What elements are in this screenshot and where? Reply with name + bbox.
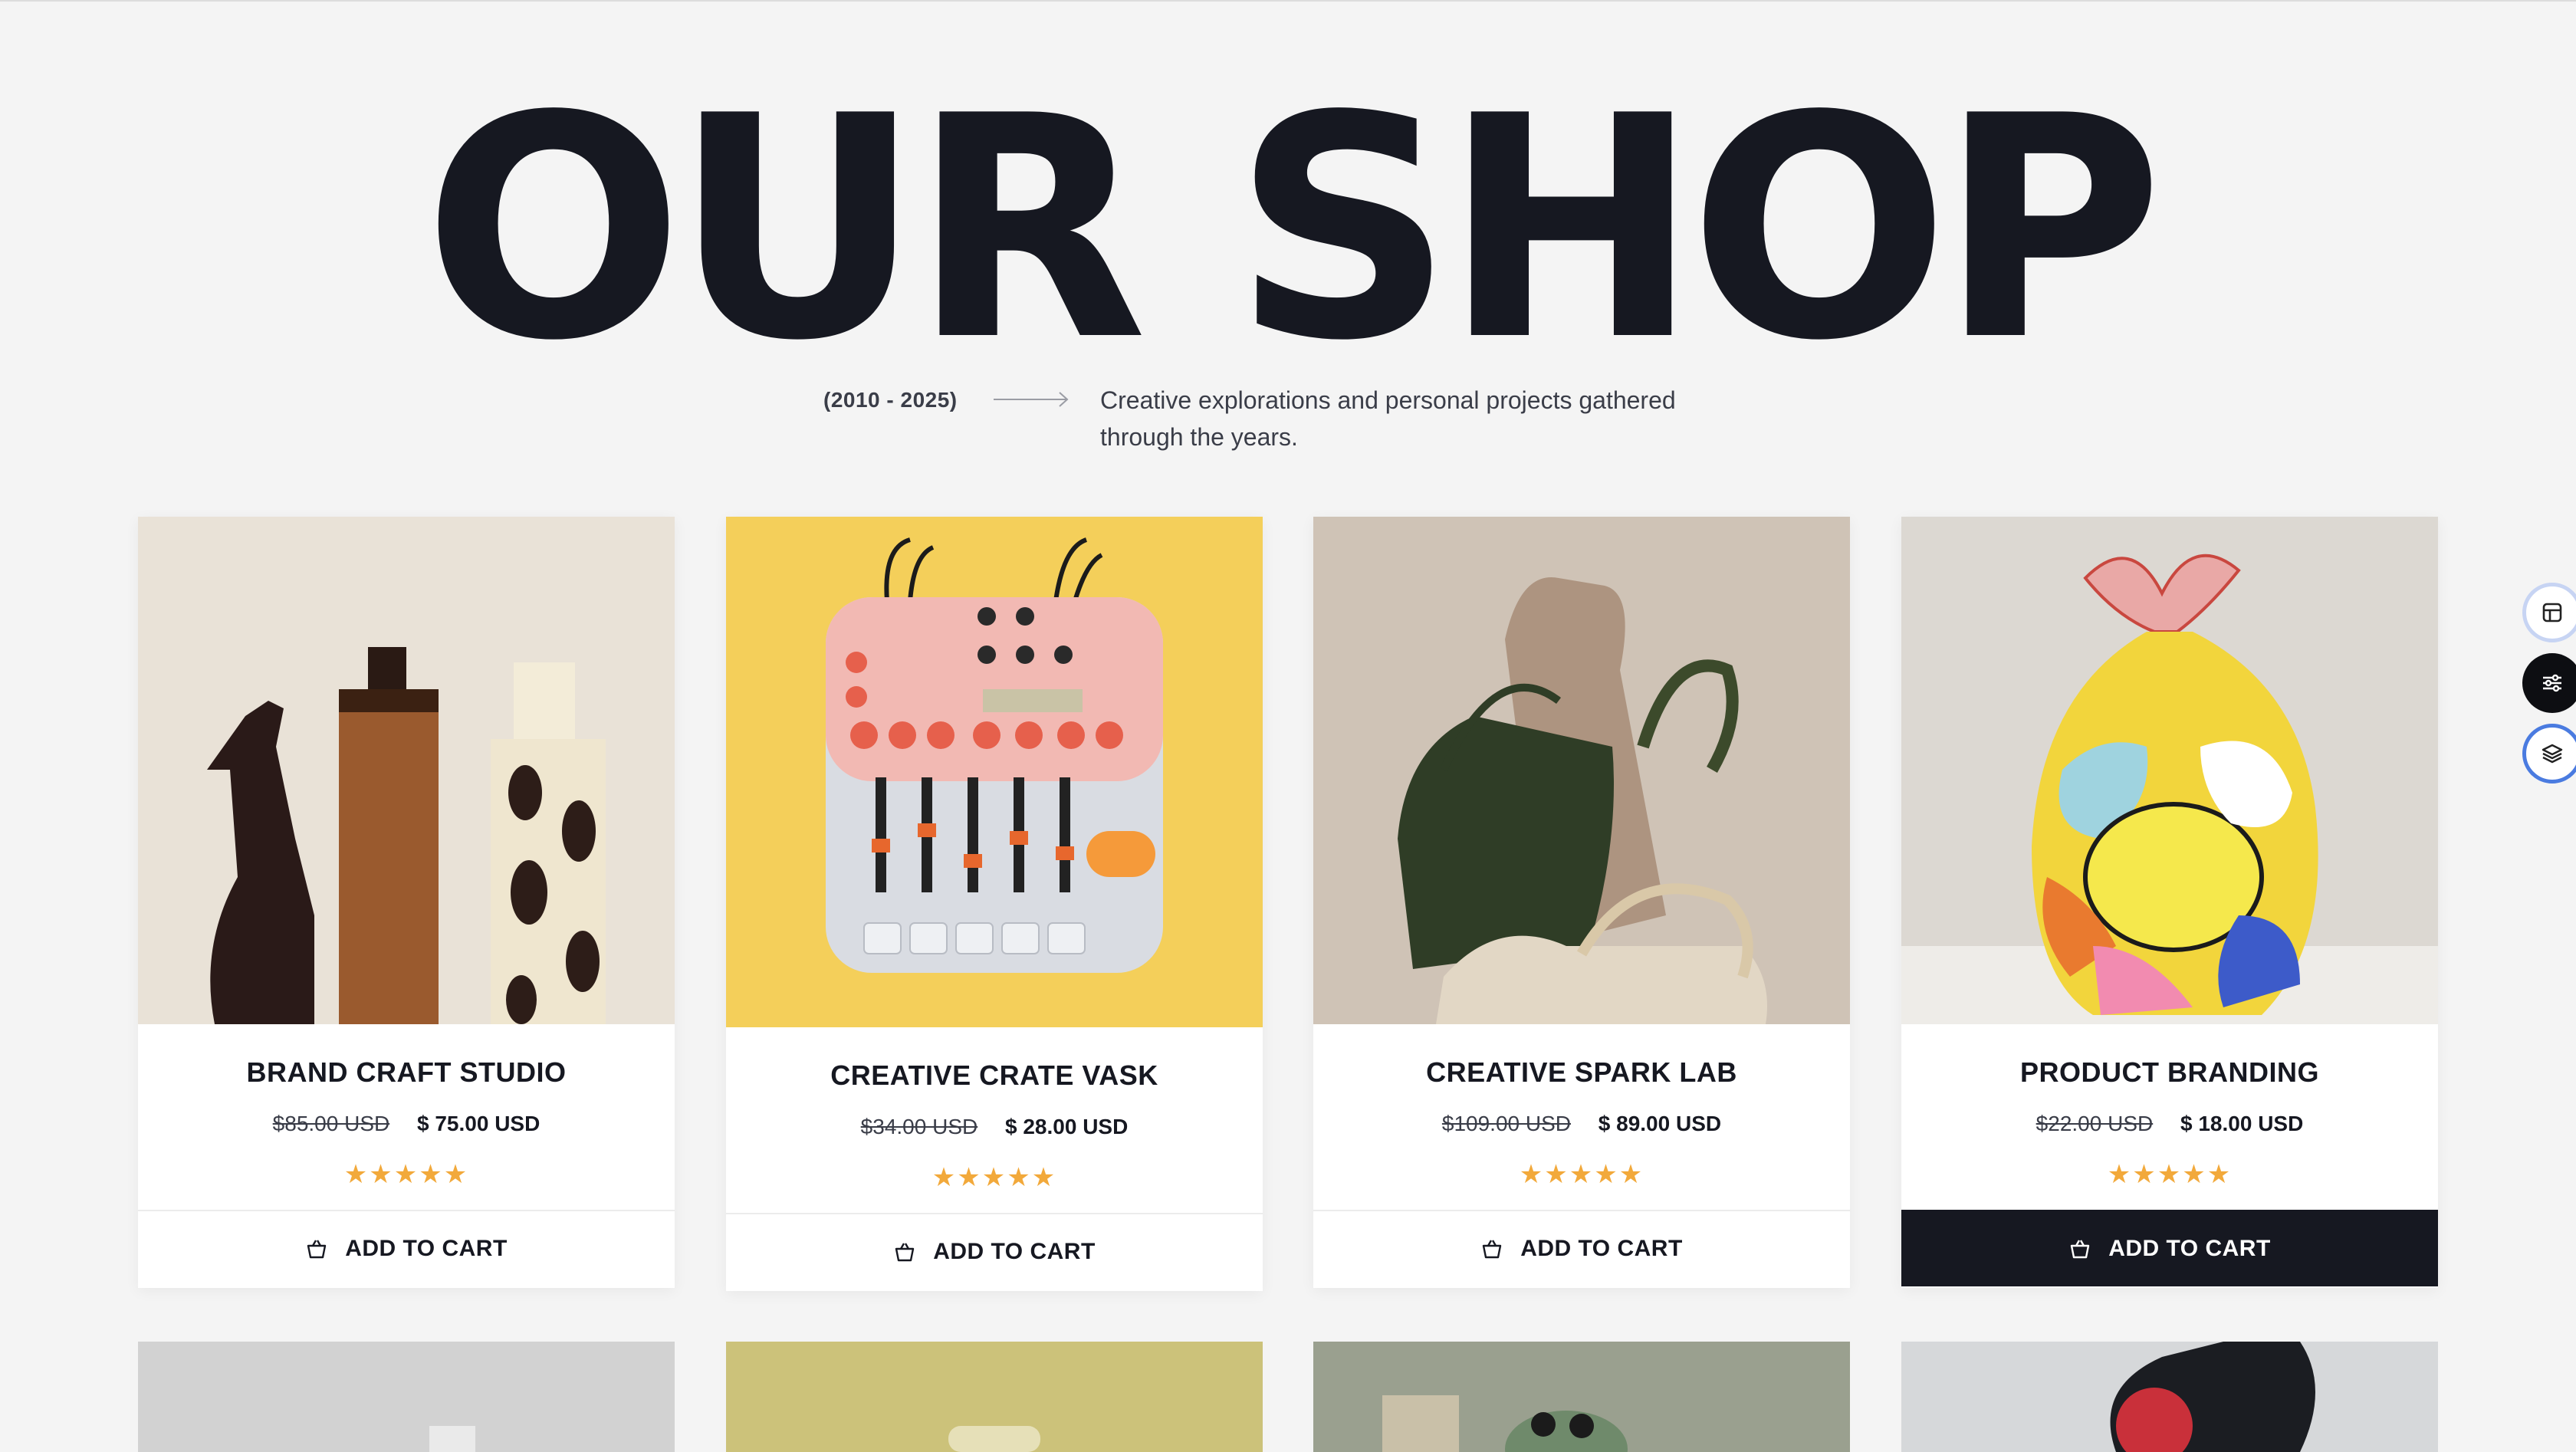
product-card[interactable]: PRODUCT BRANDING $22.00 USD $ 18.00 USD … (1901, 517, 2438, 1288)
product-info: CREATIVE CRATE VASK $34.00 USD $ 28.00 U… (726, 1027, 1263, 1211)
product-title[interactable]: BRAND CRAFT STUDIO (138, 1056, 675, 1089)
sliders-icon (2543, 674, 2561, 692)
basket-icon (1482, 1240, 1502, 1259)
settings-tool-button[interactable] (2522, 653, 2576, 713)
product-card[interactable] (138, 1342, 675, 1452)
old-price: $22.00 USD (2036, 1112, 2154, 1135)
product-photo-synth (726, 517, 1263, 1027)
add-to-cart-label: ADD TO CART (1520, 1236, 1683, 1261)
product-image (726, 1342, 1263, 1452)
product-image[interactable] (138, 517, 675, 1024)
old-price: $85.00 USD (272, 1112, 390, 1135)
hero-subtitle: (2010 - 2025) Creative explorations and … (0, 382, 2576, 466)
product-image[interactable] (1313, 517, 1850, 1024)
product-photo-vases (138, 517, 675, 1024)
product-title[interactable]: CREATIVE CRATE VASK (726, 1059, 1263, 1092)
product-image (138, 1342, 675, 1452)
old-price: $109.00 USD (1441, 1112, 1571, 1135)
add-to-cart-label: ADD TO CART (2108, 1236, 2271, 1261)
product-photo-gift-bag (1901, 517, 2438, 1024)
product-image[interactable] (1901, 517, 2438, 1024)
current-price: $ 89.00 USD (1598, 1112, 1722, 1135)
product-prices: $85.00 USD $ 75.00 USD (138, 1112, 675, 1136)
add-to-cart-button[interactable]: ADD TO CART (1313, 1210, 1850, 1286)
product-card[interactable]: CREATIVE SPARK LAB $109.00 USD $ 89.00 U… (1313, 517, 1850, 1288)
add-to-cart-button[interactable]: ADD TO CART (726, 1213, 1263, 1289)
old-price: $34.00 USD (860, 1115, 978, 1138)
rating-stars: ★★★★★ (343, 1159, 469, 1190)
layers-icon (2542, 744, 2563, 764)
layers-tool-button[interactable] (2522, 724, 2576, 783)
product-card[interactable]: CREATIVE CRATE VASK $34.00 USD $ 28.00 U… (726, 517, 1263, 1291)
product-info: BRAND CRAFT STUDIO $85.00 USD $ 75.00 US… (138, 1024, 675, 1208)
add-to-cart-button[interactable]: ADD TO CART (1901, 1210, 2438, 1286)
product-prices: $109.00 USD $ 89.00 USD (1313, 1112, 1850, 1136)
basket-icon (895, 1243, 915, 1262)
product-info: CREATIVE SPARK LAB $109.00 USD $ 89.00 U… (1313, 1024, 1850, 1208)
rating-stars: ★★★★★ (1519, 1159, 1644, 1190)
current-price: $ 28.00 USD (1005, 1115, 1129, 1138)
product-card[interactable] (1901, 1342, 2438, 1452)
current-price: $ 75.00 USD (417, 1112, 540, 1135)
page-title: OUR SHOP (422, 51, 2164, 408)
layout-icon (2542, 603, 2562, 623)
add-to-cart-label: ADD TO CART (345, 1236, 508, 1261)
product-prices: $34.00 USD $ 28.00 USD (726, 1115, 1263, 1139)
product-prices: $22.00 USD $ 18.00 USD (1901, 1112, 2438, 1136)
product-image[interactable] (726, 517, 1263, 1027)
basket-icon (2070, 1240, 2090, 1259)
product-photo-bags (1313, 517, 1850, 1024)
hero-description: Creative explorations and personal proje… (1100, 386, 1676, 451)
rating-stars: ★★★★★ (2107, 1159, 2233, 1190)
product-image (1901, 1342, 2438, 1452)
basket-icon (307, 1240, 327, 1259)
rating-stars: ★★★★★ (932, 1162, 1057, 1193)
product-card[interactable] (1313, 1342, 1850, 1452)
product-title[interactable]: PRODUCT BRANDING (1901, 1056, 2438, 1089)
arrow-right-icon (994, 392, 1069, 407)
layout-tool-button[interactable] (2522, 583, 2576, 642)
add-to-cart-button[interactable]: ADD TO CART (138, 1210, 675, 1286)
add-to-cart-label: ADD TO CART (933, 1239, 1096, 1264)
current-price: $ 18.00 USD (2180, 1112, 2304, 1135)
product-image (1313, 1342, 1850, 1452)
product-info: PRODUCT BRANDING $22.00 USD $ 18.00 USD … (1901, 1024, 2438, 1208)
product-card[interactable] (726, 1342, 1263, 1452)
years-label: (2010 - 2025) (823, 388, 958, 412)
top-border (0, 0, 2576, 2)
product-card[interactable]: BRAND CRAFT STUDIO $85.00 USD $ 75.00 US… (138, 517, 675, 1288)
product-title[interactable]: CREATIVE SPARK LAB (1313, 1056, 1850, 1089)
